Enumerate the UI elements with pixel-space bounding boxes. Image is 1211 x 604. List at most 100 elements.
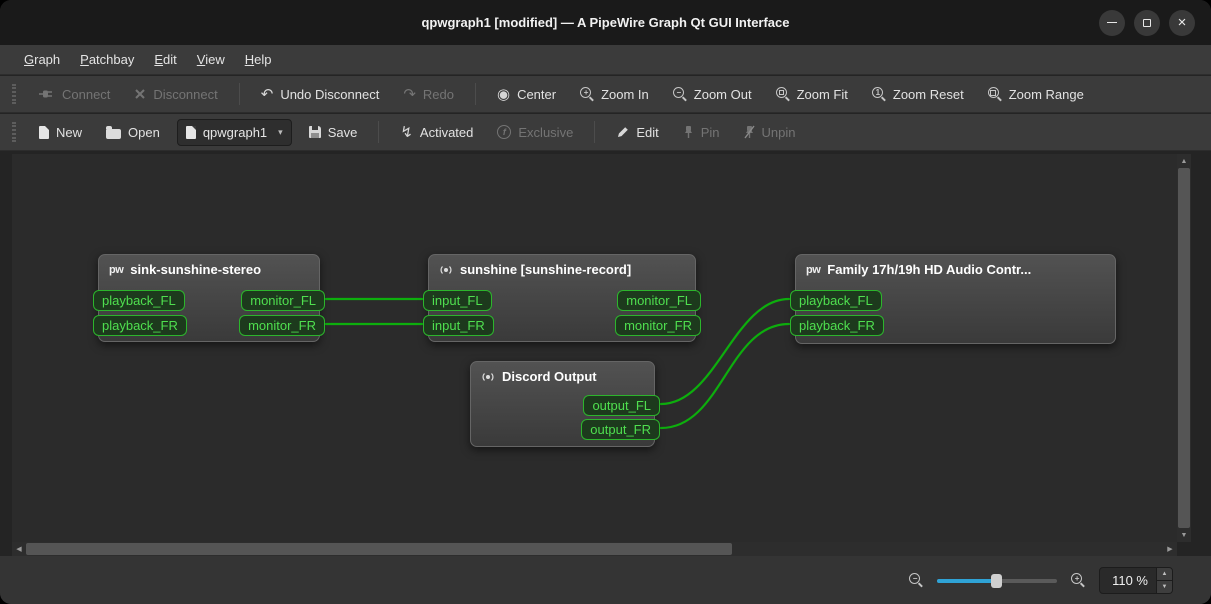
new-file-icon: [39, 125, 49, 139]
application-audio-icon: [440, 265, 452, 274]
port-playback_FL[interactable]: playback_FL: [93, 290, 185, 311]
port-playback_FR[interactable]: playback_FR: [93, 315, 187, 336]
save-label: Save: [327, 124, 358, 140]
zoom-fit-button[interactable]: Zoom Fit: [769, 80, 855, 108]
zoom-range-button[interactable]: Zoom Range: [981, 80, 1091, 108]
node-title-bar: sunshine [sunshine-record]: [429, 255, 695, 281]
new-button[interactable]: New: [32, 118, 89, 146]
horizontal-scrollbar[interactable]: ◀ ▶: [12, 542, 1177, 556]
disconnect-button[interactable]: Disconnect: [127, 80, 224, 108]
node-sink-sunshine-stereo[interactable]: pw sink-sunshine-stereo playback_FL play…: [93, 254, 325, 342]
zoom-out-label: Zoom Out: [693, 86, 752, 102]
port-output_FL[interactable]: output_FL: [583, 395, 660, 416]
graph-canvas[interactable]: pw sink-sunshine-stereo playback_FL play…: [12, 154, 1177, 542]
zoom-percent-spinbox[interactable]: 110 % ▲ ▼: [1099, 566, 1173, 594]
minimize-icon: [1107, 21, 1117, 24]
undo-icon: ↶: [260, 85, 274, 103]
window-title: qpwgraph1 [modified] — A PipeWire Graph …: [421, 15, 790, 30]
central-area: pw sink-sunshine-stereo playback_FL play…: [0, 152, 1211, 556]
port-input_FL[interactable]: input_FL: [423, 290, 492, 311]
center-icon: ◉: [496, 85, 511, 103]
port-monitor_FL[interactable]: monitor_FL: [617, 290, 701, 311]
zoom-out-button[interactable]: − Zoom Out: [666, 80, 759, 108]
exclusive-label: Exclusive: [518, 124, 574, 140]
disconnect-icon: [135, 89, 146, 99]
titlebar[interactable]: qpwgraph1 [modified] — A PipeWire Graph …: [0, 0, 1211, 45]
node-title-bar: Discord Output: [471, 362, 654, 388]
vertical-scrollbar-thumb[interactable]: [1178, 168, 1190, 528]
port-monitor_FR[interactable]: monitor_FR: [239, 315, 325, 336]
patchbay-combobox[interactable]: qpwgraph1 ▾: [176, 118, 292, 146]
spin-up-button[interactable]: ▲: [1157, 567, 1172, 580]
node-title: Family 17h/19h HD Audio Contr...: [827, 262, 1032, 277]
activated-button[interactable]: ↯ Activated: [393, 118, 480, 146]
menu-patchbay[interactable]: Patchbay: [70, 48, 144, 71]
redo-button[interactable]: ↷ Redo: [396, 80, 461, 108]
menu-help[interactable]: Help: [235, 48, 282, 71]
zoom-reset-button[interactable]: 1 Zoom Reset: [865, 80, 971, 108]
pin-button[interactable]: Pin: [676, 118, 727, 146]
edit-label: Edit: [636, 124, 659, 140]
patchbay-toolbar: New Open qpwgraph1 ▾ Save ↯ Activated f …: [0, 114, 1211, 151]
scroll-up-arrow[interactable]: ▲: [1177, 154, 1191, 168]
zoom-slider-fill: [937, 579, 996, 583]
toolbar-handle[interactable]: [12, 122, 16, 142]
toolbar-handle[interactable]: [12, 84, 16, 104]
patchbay-file-icon: [185, 125, 196, 139]
open-button[interactable]: Open: [99, 118, 167, 146]
scroll-right-arrow[interactable]: ▶: [1163, 542, 1177, 556]
menu-graph[interactable]: Graph: [14, 48, 70, 71]
edit-button[interactable]: Edit: [609, 118, 665, 146]
node-title: Discord Output: [502, 369, 597, 384]
spin-down-button[interactable]: ▼: [1157, 580, 1172, 593]
toolbar-separator: [594, 121, 596, 143]
unpin-button[interactable]: Unpin: [737, 118, 803, 146]
zoom-range-label: Zoom Range: [1008, 86, 1084, 102]
pin-icon: [684, 126, 692, 138]
port-monitor_FL[interactable]: monitor_FL: [241, 290, 325, 311]
unpin-icon: [743, 125, 755, 139]
save-button[interactable]: Save: [302, 118, 365, 146]
redo-label: Redo: [422, 86, 454, 102]
node-title: sink-sunshine-stereo: [130, 262, 262, 277]
zoom-percent-value[interactable]: 110 %: [1100, 573, 1156, 588]
scroll-down-arrow[interactable]: ▼: [1177, 528, 1191, 542]
node-title: sunshine [sunshine-record]: [460, 262, 632, 277]
node-discord-output[interactable]: Discord Output output_FL output_FR: [470, 361, 660, 447]
graph-toolbar: Connect Disconnect ↶ Undo Disconnect ↷ R…: [0, 76, 1211, 113]
maximize-button[interactable]: [1134, 9, 1160, 36]
unpin-label: Unpin: [761, 124, 796, 140]
zoom-in-small-icon: +: [1071, 573, 1085, 587]
zoom-in-button[interactable]: + Zoom In: [573, 80, 656, 108]
center-button[interactable]: ◉ Center: [490, 80, 563, 108]
node-title-bar: pw Family 17h/19h HD Audio Contr...: [796, 255, 1115, 281]
vertical-scrollbar[interactable]: ▲ ▼: [1177, 154, 1191, 542]
toolbar-separator: [378, 121, 380, 143]
menu-edit[interactable]: Edit: [144, 48, 186, 71]
zoom-reset-icon: 1: [871, 87, 886, 101]
zoom-slider-handle[interactable]: [991, 574, 1003, 588]
horizontal-scrollbar-thumb[interactable]: [26, 543, 732, 555]
app-frame: qpwgraph1 [modified] — A PipeWire Graph …: [0, 0, 1211, 604]
minimize-button[interactable]: [1099, 9, 1125, 36]
connect-button[interactable]: Connect: [32, 80, 117, 108]
port-playback_FR[interactable]: playback_FR: [790, 315, 884, 336]
toolbar-separator: [238, 83, 240, 105]
zoom-slider[interactable]: [937, 572, 1058, 588]
menu-view[interactable]: View: [187, 48, 235, 71]
maximize-icon: [1143, 18, 1151, 27]
scroll-left-arrow[interactable]: ◀: [12, 542, 26, 556]
application-audio-icon: [482, 372, 494, 381]
port-playback_FL[interactable]: playback_FL: [790, 290, 882, 311]
undo-button[interactable]: ↶ Undo Disconnect: [254, 80, 387, 108]
connect-icon: [39, 90, 52, 98]
port-input_FR[interactable]: input_FR: [423, 315, 494, 336]
port-monitor_FR[interactable]: monitor_FR: [615, 315, 701, 336]
close-icon: ×: [1177, 14, 1187, 31]
exclusive-button[interactable]: f Exclusive: [490, 118, 580, 146]
close-button[interactable]: ×: [1169, 9, 1195, 36]
node-family-hd-audio[interactable]: pw Family 17h/19h HD Audio Contr... play…: [790, 254, 1116, 344]
node-sunshine-record[interactable]: sunshine [sunshine-record] input_FL inpu…: [423, 254, 701, 342]
new-label: New: [56, 124, 83, 140]
port-output_FR[interactable]: output_FR: [581, 419, 660, 440]
